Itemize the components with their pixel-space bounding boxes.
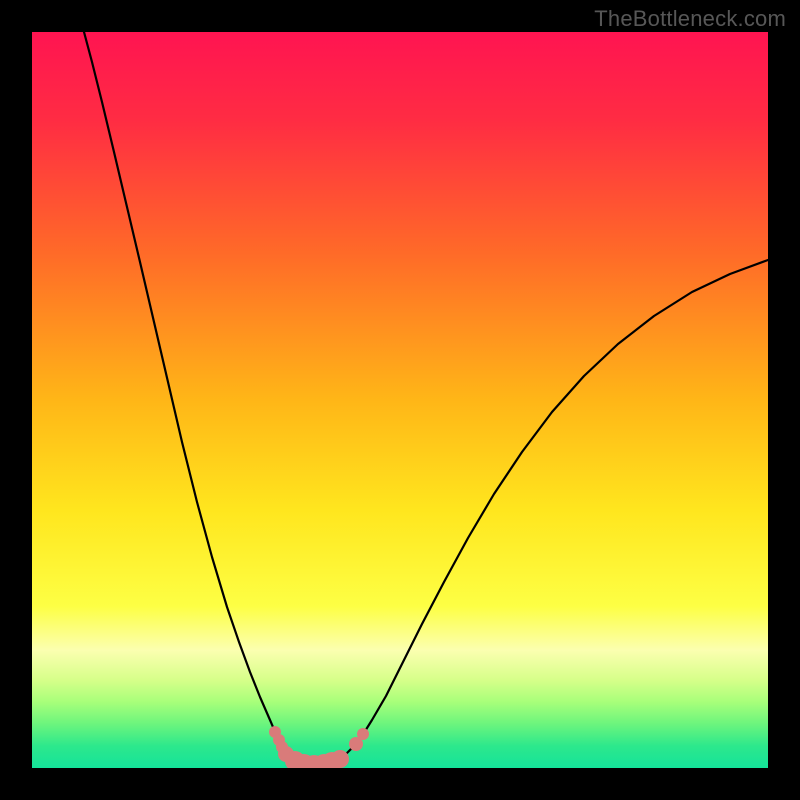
plot-area [32,32,768,768]
highlight-dot [357,728,369,740]
chart-frame: TheBottleneck.com [0,0,800,800]
watermark-text: TheBottleneck.com [594,6,786,32]
highlight-markers [269,726,369,768]
bottleneck-curve [84,32,768,766]
highlight-dot [331,750,349,768]
curve-layer [32,32,768,768]
